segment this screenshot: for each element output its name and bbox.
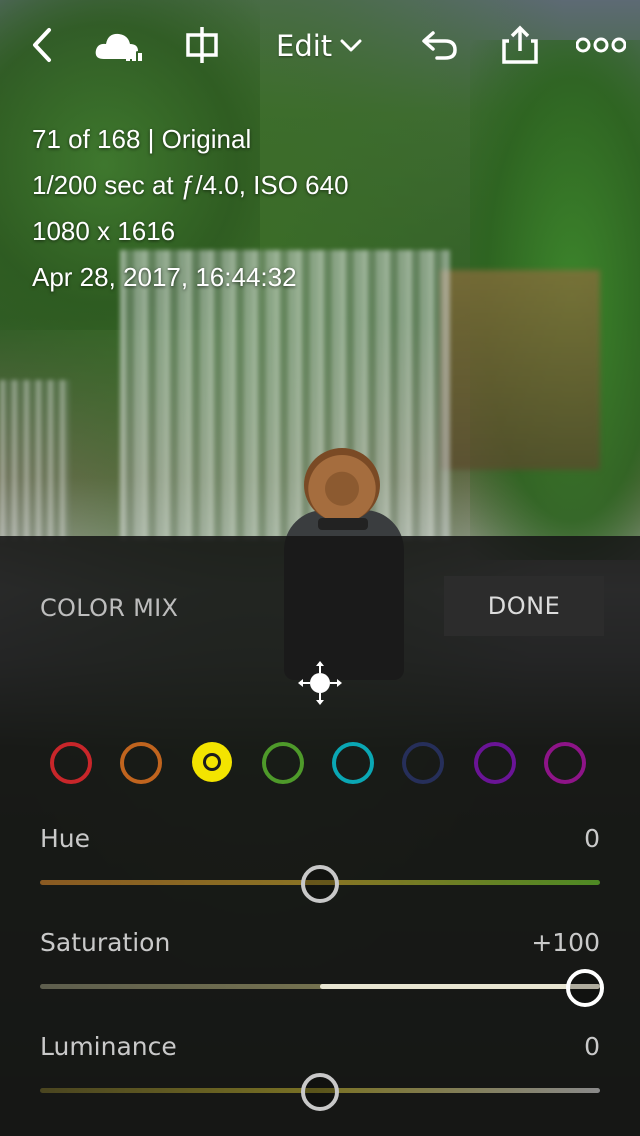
edit-menu-dropdown[interactable]: Edit [276, 24, 362, 68]
back-button[interactable] [22, 22, 62, 68]
photo-collar [318, 518, 368, 530]
target-adjustment-icon [298, 661, 342, 705]
color-swatch-red[interactable] [50, 742, 92, 784]
saturation-fill [320, 984, 600, 989]
more-icon [576, 37, 626, 53]
saturation-value: +100 [531, 928, 600, 957]
photo-position: 71 of 168 | Original [32, 124, 252, 154]
capture-datetime: Apr 28, 2017, 16:44:32 [32, 262, 297, 292]
color-mix-panel: COLOR MIX DONE Hue 0 Saturation +100 Lum… [0, 536, 640, 1136]
hue-value: 0 [584, 824, 600, 853]
saturation-slider-block: Saturation +100 [40, 928, 604, 1008]
edit-menu-label: Edit [276, 29, 333, 63]
target-adjustment-button[interactable] [296, 659, 344, 707]
color-swatch-yellow[interactable] [192, 742, 232, 782]
undo-button[interactable] [420, 22, 460, 68]
undo-icon [422, 31, 457, 60]
selected-indicator [206, 756, 218, 768]
saturation-label: Saturation [40, 928, 171, 957]
exposure-info: 1/200 sec at ƒ/4.0, ISO 640 [32, 170, 349, 200]
photo-info-overlay: 71 of 168 | Original 1/200 sec at ƒ/4.0,… [32, 122, 349, 306]
share-button[interactable] [500, 22, 540, 68]
luminance-value: 0 [584, 1032, 600, 1061]
hue-slider-block: Hue 0 [40, 824, 600, 904]
hue-label: Hue [40, 824, 91, 853]
done-button[interactable]: DONE [444, 576, 604, 636]
saturation-thumb[interactable] [566, 969, 604, 1007]
color-swatch-purple[interactable] [474, 742, 516, 784]
hue-thumb[interactable] [301, 865, 339, 903]
share-icon [502, 25, 538, 64]
top-toolbar: Edit [0, 0, 640, 90]
panel-title: COLOR MIX [40, 594, 179, 622]
color-swatch-row [48, 742, 588, 786]
luminance-label: Luminance [40, 1032, 177, 1061]
color-swatch-aqua[interactable] [332, 742, 374, 784]
luminance-thumb[interactable] [301, 1073, 339, 1111]
photo-waterfall-left [0, 380, 70, 540]
more-button[interactable] [576, 22, 626, 68]
color-swatch-blue[interactable] [402, 742, 444, 784]
compare-button[interactable] [182, 22, 222, 68]
chevron-left-icon [33, 28, 51, 62]
cloud-sync-icon [95, 33, 142, 61]
photo-hat [304, 448, 380, 522]
color-swatch-magenta[interactable] [544, 742, 586, 784]
color-swatch-orange[interactable] [120, 742, 162, 784]
dimensions-info: 1080 x 1616 [32, 216, 176, 246]
color-swatch-green[interactable] [262, 742, 304, 784]
chevron-down-icon [340, 39, 362, 52]
photo-cliff [440, 270, 600, 470]
cloud-sync-button[interactable] [94, 22, 144, 68]
before-after-icon [186, 27, 218, 63]
luminance-slider-block: Luminance 0 [40, 1032, 600, 1112]
